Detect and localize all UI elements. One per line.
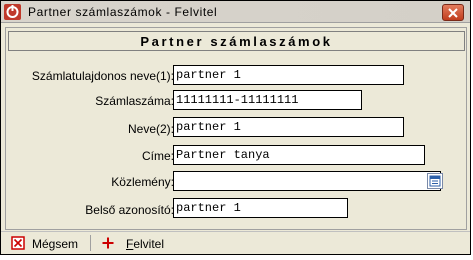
address-input[interactable]: Partner tanya	[173, 145, 425, 165]
dialog-window: Partner számlaszámok - Felvitel Partner …	[0, 0, 471, 255]
form-panel: Partner számlaszámok Számlatulajdonos ne…	[5, 27, 467, 230]
lookup-icon	[429, 175, 441, 187]
note-label: Közlemény:	[111, 175, 174, 189]
window-title: Partner számlaszámok - Felvitel	[28, 5, 218, 19]
internal-id-input[interactable]: partner 1	[173, 198, 348, 218]
bottom-toolbar: Mégsem Felvitel	[1, 231, 470, 254]
close-button[interactable]	[442, 4, 464, 21]
toolbar-separator	[90, 235, 91, 251]
account-number-input[interactable]: 11111111-11111111	[173, 90, 362, 110]
address-label: Címe:	[141, 149, 174, 163]
name2-label: Neve(2):	[127, 122, 174, 136]
account-owner-label: Számlatulajdonos neve(1):	[31, 69, 174, 83]
cancel-button[interactable]: Mégsem	[9, 236, 83, 252]
app-logo-icon	[4, 4, 21, 20]
close-icon	[448, 8, 458, 18]
cancel-icon	[11, 236, 25, 250]
section-header: Partner számlaszámok	[8, 31, 465, 51]
lookup-button[interactable]	[427, 173, 443, 189]
save-button[interactable]: Felvitel	[97, 236, 177, 252]
section-title: Partner számlaszámok	[140, 34, 333, 49]
title-bar[interactable]: Partner számlaszámok - Felvitel	[1, 1, 470, 23]
name2-input[interactable]: partner 1	[173, 117, 404, 137]
plus-icon	[101, 236, 115, 250]
account-number-label: Számlaszáma:	[95, 94, 174, 108]
cancel-label: Mégsem	[32, 237, 79, 251]
account-owner-input[interactable]: partner 1	[173, 65, 404, 85]
note-input[interactable]	[173, 171, 441, 191]
internal-id-label: Belső azonosító:	[85, 203, 174, 217]
save-label: Felvitel	[126, 237, 165, 251]
